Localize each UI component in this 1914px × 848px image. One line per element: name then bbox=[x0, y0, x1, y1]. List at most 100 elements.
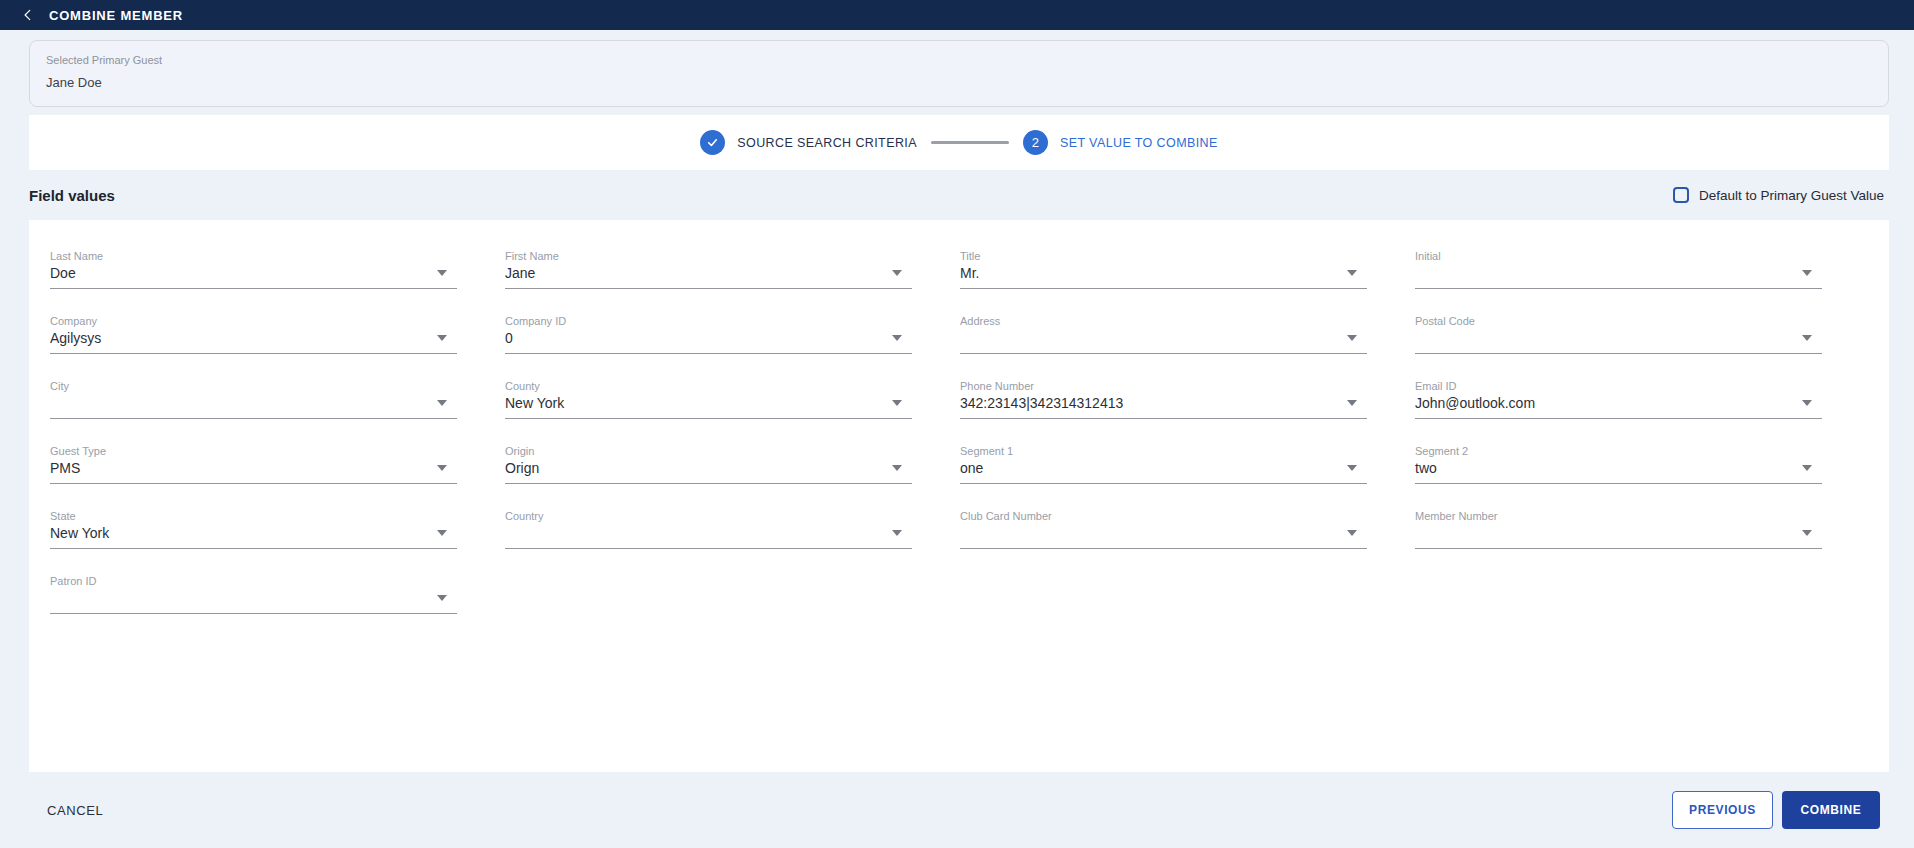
select-field-country[interactable]: Country bbox=[505, 510, 912, 548]
field-control bbox=[50, 589, 457, 614]
step-label: SET VALUE TO COMBINE bbox=[1060, 136, 1218, 150]
select-field-member-number[interactable]: Member Number bbox=[1415, 510, 1822, 548]
footer-bar: CANCEL PREVIOUS COMBINE bbox=[0, 772, 1914, 848]
field-value: New York bbox=[50, 525, 109, 541]
dropdown-arrow-icon[interactable] bbox=[1802, 400, 1812, 406]
previous-button[interactable]: PREVIOUS bbox=[1672, 791, 1773, 829]
dropdown-arrow-icon[interactable] bbox=[1347, 465, 1357, 471]
select-field-segment-1[interactable]: Segment 1 one bbox=[960, 445, 1367, 483]
field-label: Address bbox=[960, 315, 1367, 328]
dropdown-arrow-icon[interactable] bbox=[892, 335, 902, 341]
field-value: one bbox=[960, 460, 983, 476]
selected-primary-guest-label: Selected Primary Guest bbox=[46, 54, 1872, 67]
select-field-title[interactable]: Title Mr. bbox=[960, 250, 1367, 288]
field-control: Jane bbox=[505, 264, 912, 289]
dropdown-arrow-icon[interactable] bbox=[437, 400, 447, 406]
dropdown-arrow-icon[interactable] bbox=[892, 270, 902, 276]
field-control: Doe bbox=[50, 264, 457, 289]
select-field-segment-2[interactable]: Segment 2 two bbox=[1415, 445, 1822, 483]
dropdown-arrow-icon[interactable] bbox=[1347, 270, 1357, 276]
select-field-club-card-number[interactable]: Club Card Number bbox=[960, 510, 1367, 548]
dropdown-arrow-icon[interactable] bbox=[892, 530, 902, 536]
field-label: Club Card Number bbox=[960, 510, 1367, 523]
dropdown-arrow-icon[interactable] bbox=[437, 270, 447, 276]
stepper: SOURCE SEARCH CRITERIA 2 SET VALUE TO CO… bbox=[700, 130, 1217, 155]
field-control: Mr. bbox=[960, 264, 1367, 289]
checkbox-icon[interactable] bbox=[1673, 187, 1689, 203]
back-icon[interactable] bbox=[19, 6, 37, 24]
field-control: PMS bbox=[50, 459, 457, 484]
select-field-initial[interactable]: Initial bbox=[1415, 250, 1822, 288]
dropdown-arrow-icon[interactable] bbox=[1802, 465, 1812, 471]
field-control: Orign bbox=[505, 459, 912, 484]
field-value: Doe bbox=[50, 265, 76, 281]
field-value: John@outlook.com bbox=[1415, 395, 1535, 411]
combine-button[interactable]: COMBINE bbox=[1782, 791, 1880, 829]
field-value: Jane bbox=[505, 265, 535, 281]
select-field-county[interactable]: County New York bbox=[505, 380, 912, 418]
select-field-company-id[interactable]: Company ID 0 bbox=[505, 315, 912, 353]
step-number: 2 bbox=[1023, 130, 1048, 155]
dropdown-arrow-icon[interactable] bbox=[1347, 530, 1357, 536]
select-field-patron-id[interactable]: Patron ID bbox=[50, 575, 457, 613]
field-control: 342:23143|342314312413 bbox=[960, 394, 1367, 419]
field-label: Postal Code bbox=[1415, 315, 1822, 328]
field-label: Title bbox=[960, 250, 1367, 263]
default-to-primary-guest-checkbox-row[interactable]: Default to Primary Guest Value bbox=[1673, 187, 1884, 203]
checkbox-label: Default to Primary Guest Value bbox=[1699, 188, 1884, 203]
app-header: COMBINE MEMBER bbox=[0, 0, 1914, 30]
field-value: Mr. bbox=[960, 265, 979, 281]
select-field-state[interactable]: State New York bbox=[50, 510, 457, 548]
field-label: First Name bbox=[505, 250, 912, 263]
section-band: Field values Default to Primary Guest Va… bbox=[0, 170, 1914, 220]
field-label: Segment 2 bbox=[1415, 445, 1822, 458]
field-control bbox=[505, 524, 912, 549]
dropdown-arrow-icon[interactable] bbox=[892, 465, 902, 471]
dropdown-arrow-icon[interactable] bbox=[437, 465, 447, 471]
field-label: Initial bbox=[1415, 250, 1822, 263]
fields-grid: Last Name Doe First Name Jane Title Mr. … bbox=[50, 250, 1889, 640]
field-value: New York bbox=[505, 395, 564, 411]
select-field-phone-number[interactable]: Phone Number 342:23143|342314312413 bbox=[960, 380, 1367, 418]
field-label: Last Name bbox=[50, 250, 457, 263]
field-control: two bbox=[1415, 459, 1822, 484]
field-control bbox=[1415, 329, 1822, 354]
dropdown-arrow-icon[interactable] bbox=[1347, 335, 1357, 341]
dropdown-arrow-icon[interactable] bbox=[1802, 270, 1812, 276]
select-field-guest-type[interactable]: Guest Type PMS bbox=[50, 445, 457, 483]
page-title: COMBINE MEMBER bbox=[49, 8, 183, 23]
dropdown-arrow-icon[interactable] bbox=[437, 595, 447, 601]
step-check-icon bbox=[700, 130, 725, 155]
field-label: Phone Number bbox=[960, 380, 1367, 393]
field-control: New York bbox=[50, 524, 457, 549]
field-label: Member Number bbox=[1415, 510, 1822, 523]
select-field-postal-code[interactable]: Postal Code bbox=[1415, 315, 1822, 353]
select-field-company[interactable]: Company Agilysys bbox=[50, 315, 457, 353]
selected-primary-guest-box: Selected Primary Guest Jane Doe bbox=[29, 40, 1889, 107]
field-label: Company bbox=[50, 315, 457, 328]
dropdown-arrow-icon[interactable] bbox=[1802, 335, 1812, 341]
dropdown-arrow-icon[interactable] bbox=[437, 530, 447, 536]
select-field-origin[interactable]: Origin Orign bbox=[505, 445, 912, 483]
dropdown-arrow-icon[interactable] bbox=[437, 335, 447, 341]
field-control: Agilysys bbox=[50, 329, 457, 354]
dropdown-arrow-icon[interactable] bbox=[1347, 400, 1357, 406]
select-field-city[interactable]: City bbox=[50, 380, 457, 418]
dropdown-arrow-icon[interactable] bbox=[1802, 530, 1812, 536]
step-source-search-criteria[interactable]: SOURCE SEARCH CRITERIA bbox=[700, 130, 917, 155]
select-field-email-id[interactable]: Email ID John@outlook.com bbox=[1415, 380, 1822, 418]
field-control: John@outlook.com bbox=[1415, 394, 1822, 419]
select-field-last-name[interactable]: Last Name Doe bbox=[50, 250, 457, 288]
step-set-value-to-combine[interactable]: 2 SET VALUE TO COMBINE bbox=[1023, 130, 1218, 155]
select-field-address[interactable]: Address bbox=[960, 315, 1367, 353]
field-control bbox=[960, 524, 1367, 549]
dropdown-arrow-icon[interactable] bbox=[892, 400, 902, 406]
field-value: Orign bbox=[505, 460, 539, 476]
select-field-first-name[interactable]: First Name Jane bbox=[505, 250, 912, 288]
field-control bbox=[50, 394, 457, 419]
field-control bbox=[1415, 264, 1822, 289]
field-label: Guest Type bbox=[50, 445, 457, 458]
field-control bbox=[960, 329, 1367, 354]
cancel-button[interactable]: CANCEL bbox=[47, 803, 103, 818]
section-title: Field values bbox=[29, 187, 115, 204]
